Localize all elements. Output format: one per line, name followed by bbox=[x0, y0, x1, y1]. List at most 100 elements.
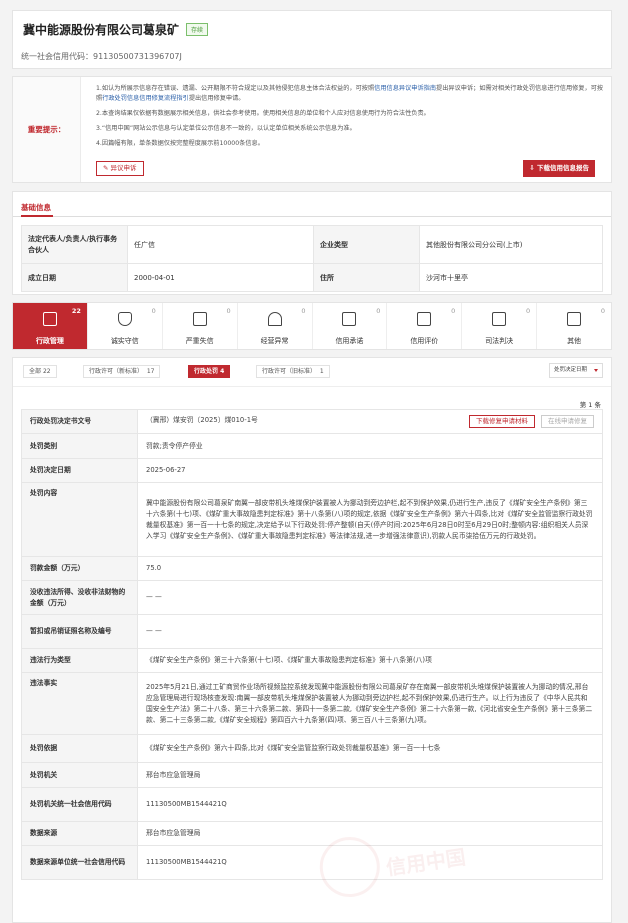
field-label: 没收违法所得、没收非法财物的金额（万元） bbox=[21, 580, 138, 615]
address-value: 沙河市十里亭 bbox=[419, 263, 603, 292]
tab-count: 0 bbox=[525, 307, 531, 315]
field-label: 违法事实 bbox=[21, 672, 138, 735]
field-label: 数据来源单位统一社会信用代码 bbox=[21, 845, 138, 880]
tab-label: 经营异常 bbox=[260, 337, 289, 345]
legal-rep-label: 法定代表人/负责人/执行事务合伙人 bbox=[21, 225, 128, 264]
field-value: 《煤矿安全生产条例》第三十六条第(十七)项、《煤矿重大事故隐患判定标准》第十八条… bbox=[137, 648, 603, 673]
tab-label: 行政管理 bbox=[35, 337, 64, 345]
tab-label: 其他 bbox=[567, 337, 582, 345]
promise-doc-icon bbox=[342, 312, 357, 326]
important-notice-card: 重要提示： 1.如认为所展示信息存在错误、遗漏、公开期限不符合规定以及其他侵犯信… bbox=[12, 76, 612, 183]
notice-line-4: 4.因篇幅有限，单条数据仅按完整程度展示前10000条信息。 bbox=[96, 140, 264, 147]
judgement-doc-icon bbox=[492, 312, 507, 326]
field-label: 暂扣或吊销证照名称及编号 bbox=[21, 614, 138, 649]
field-label: 罚款金额（万元） bbox=[21, 556, 138, 581]
field-label: 违法行为类型 bbox=[21, 648, 138, 673]
online-repair-button[interactable]: 在线申请修复 bbox=[541, 415, 594, 428]
tab-count: 0 bbox=[301, 307, 306, 315]
other-doc-icon bbox=[567, 312, 582, 326]
chip-count: 17 bbox=[146, 368, 155, 375]
field-label: 处罚类别 bbox=[21, 433, 138, 459]
field-value: （冀邢）煤安罚〔2025〕煤010-1号 下载修复申请材料 在线申请修复 bbox=[137, 409, 603, 434]
filter-penalty[interactable]: 行政处罚 4 bbox=[188, 365, 231, 378]
notice-text: 提出异议申诉；如需对相关行政处罚信息进 bbox=[436, 85, 554, 92]
company-name: 冀中能源股份有限公司葛泉矿 bbox=[23, 23, 180, 37]
penalty-record-table: 行政处罚决定书文号 （冀邢）煤安罚〔2025〕煤010-1号 下载修复申请材料 在线申… bbox=[21, 409, 603, 880]
field-label: 处罚内容 bbox=[21, 482, 138, 557]
filter-all[interactable]: 全部 22 bbox=[23, 365, 57, 378]
tab-honesty[interactable]: 0 诚实守信 bbox=[88, 303, 163, 349]
category-tabs: 22 行政管理 0 诚实守信 0 严重失信 0 经营异常 0 信用承诺 0 信用评价 0 司法… bbox=[12, 302, 612, 350]
tab-judicial[interactable]: 0 司法判决 bbox=[462, 303, 538, 349]
evaluation-list-icon bbox=[417, 312, 432, 326]
notice-label: 重要提示： bbox=[13, 77, 81, 182]
founded-date-label: 成立日期 bbox=[21, 263, 128, 292]
record-index: 第 1 条 bbox=[579, 401, 601, 409]
field-value: 11130500MB1544421Q bbox=[137, 787, 603, 822]
warning-book-icon bbox=[192, 312, 207, 326]
address-label: 住所 bbox=[313, 263, 420, 292]
tab-other[interactable]: 0 其他 bbox=[537, 303, 611, 349]
field-value: 邢台市应急管理局 bbox=[137, 762, 603, 788]
tab-count: 0 bbox=[376, 307, 381, 315]
tab-label: 信用评价 bbox=[410, 337, 439, 345]
credit-code: 统一社会信用代码：91130500731396707J bbox=[21, 52, 182, 61]
legal-rep-value: 任广信 bbox=[127, 225, 314, 264]
tab-count: 0 bbox=[226, 307, 231, 315]
watermark-text: 信用中国 bbox=[384, 844, 468, 880]
chip-label: 行政处罚 bbox=[194, 368, 219, 375]
section-underline bbox=[21, 215, 53, 217]
objection-guide-link[interactable]: 信用信息异议申诉指南 bbox=[374, 85, 436, 92]
tab-count: 0 bbox=[600, 307, 605, 315]
field-value: 《煤矿安全生产条例》第六十四条,比对《煤矿安全监管监察行政处罚裁量权基准》第一百… bbox=[137, 734, 603, 763]
repair-guide-link[interactable]: 行政处罚信息信用修复流程指引 bbox=[102, 95, 189, 102]
field-value: — — bbox=[137, 614, 603, 649]
tab-count: 0 bbox=[151, 307, 156, 315]
chip-count: 1 bbox=[319, 368, 324, 375]
tab-credit-promise[interactable]: 0 信用承诺 bbox=[313, 303, 388, 349]
field-value: — — bbox=[137, 580, 603, 615]
edit-icon: ✎ bbox=[103, 164, 111, 172]
shield-check-icon bbox=[117, 312, 132, 326]
objection-button[interactable]: ✎ 异议申诉 bbox=[96, 161, 144, 176]
notice-text: 1.如认为所展示信息存在错误、遗漏、公开期限不符合规定以及其他侵犯信息主体合法权… bbox=[96, 85, 375, 92]
chip-label: 全部 bbox=[29, 368, 42, 375]
notice-line-2: 2.本查询结果仅依据有数据展示相关信息，供社会参考使用。使用相关信息的单位和个人… bbox=[96, 110, 430, 117]
notice-text: 提出信用修复申请。 bbox=[188, 95, 245, 102]
field-label: 数据来源 bbox=[21, 821, 138, 846]
notice-line-3: 3.“信用中国”网站公示信息与认定单位公示信息不一致的，以认定单位相关系统公示信… bbox=[96, 125, 356, 132]
sort-select[interactable]: 处罚决定日期 bbox=[549, 363, 603, 378]
tab-serious-dishonesty[interactable]: 0 严重失信 bbox=[163, 303, 238, 349]
basic-info-table: 法定代表人/负责人/执行事务合伙人 任广信 企业类型 其他股份有限公司分公司(上… bbox=[21, 225, 603, 292]
filter-divider bbox=[13, 386, 611, 387]
tab-label: 司法判决 bbox=[485, 337, 514, 345]
tab-label: 诚实守信 bbox=[110, 337, 139, 345]
field-value: 2025-06-27 bbox=[137, 458, 603, 483]
watermark-seal bbox=[315, 833, 384, 901]
chip-count: 22 bbox=[42, 368, 51, 375]
download-repair-button[interactable]: 下载修复申请材料 bbox=[469, 415, 535, 428]
field-value: 2025年5月21日,通过工矿商贸作业场所视频监控系统发现冀中能源股份有限公司葛… bbox=[137, 672, 603, 735]
tab-count: 22 bbox=[71, 307, 81, 315]
status-badge: 存续 bbox=[186, 23, 209, 36]
section-divider bbox=[13, 216, 611, 217]
objection-button-label: 异议申诉 bbox=[110, 164, 137, 172]
filter-license-new[interactable]: 行政许可（新标准） 17 bbox=[83, 365, 161, 378]
chip-count: 4 bbox=[220, 368, 225, 375]
tab-label: 信用承诺 bbox=[335, 337, 364, 345]
field-value: 罚款;责令停产停业 bbox=[137, 433, 603, 459]
records-card: 全部 22 行政许可（新标准） 17 行政处罚 4 行政许可（旧标准） 1 处罚… bbox=[12, 357, 612, 923]
download-report-button[interactable]: ⇩ 下载信用信息报告 bbox=[523, 160, 595, 177]
tab-business-abnormal[interactable]: 0 经营异常 bbox=[238, 303, 313, 349]
filter-license-old[interactable]: 行政许可（旧标准） 1 bbox=[256, 365, 330, 378]
tab-count: 0 bbox=[451, 307, 456, 315]
chip-label: 行政许可（新标准） bbox=[89, 368, 144, 375]
company-title: 冀中能源股份有限公司葛泉矿 存续 bbox=[23, 21, 209, 38]
notice-line-1: 1.如认为所展示信息存在错误、遗漏、公开期限不符合规定以及其他侵犯信息主体合法权… bbox=[96, 84, 608, 104]
tab-admin-management[interactable]: 22 行政管理 bbox=[13, 303, 88, 349]
download-button-label: 下载信用信息报告 bbox=[537, 164, 589, 172]
founded-date-value: 2000-04-01 bbox=[127, 263, 314, 292]
field-label: 处罚决定日期 bbox=[21, 458, 138, 483]
chip-label: 行政许可（旧标准） bbox=[262, 368, 317, 375]
tab-credit-evaluation[interactable]: 0 信用评价 bbox=[387, 303, 463, 349]
